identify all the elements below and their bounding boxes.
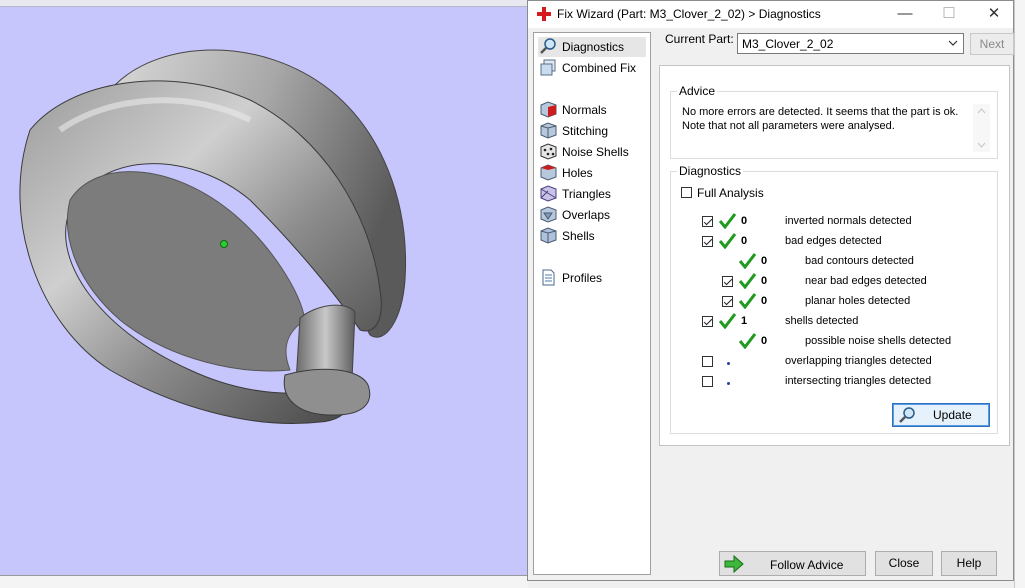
nav-label: Triangles [562, 187, 611, 201]
advice-text: No more errors are detected. It seems th… [682, 106, 959, 132]
bad-edges-checkbox[interactable] [702, 236, 713, 247]
green-check-icon [719, 213, 736, 229]
maximize-button[interactable]: ☐ [929, 3, 969, 25]
selection-point[interactable] [220, 240, 228, 248]
close-button[interactable]: Close [875, 551, 933, 576]
minimize-button[interactable]: — [885, 3, 925, 25]
intersecting-triangles-checkbox[interactable] [702, 376, 713, 387]
overlapping-triangles-label: overlapping triangles detected [785, 355, 932, 367]
window-title: Fix Wizard (Part: M3_Clover_2_02) > Diag… [557, 7, 821, 21]
nav-label: Diagnostics [562, 40, 625, 54]
noise-shells-count: 0 [761, 335, 768, 347]
nav-item-noise-shells[interactable]: Noise Shells [538, 142, 646, 162]
nav-label: Holes [562, 166, 593, 180]
noise-shells-icon [540, 143, 557, 160]
shells-count: 1 [741, 315, 748, 327]
stitching-cube-icon [540, 122, 557, 139]
planar-holes-label: planar holes detected [805, 295, 911, 307]
triangles-cube-icon [540, 185, 557, 202]
noise-shells-label: possible noise shells detected [805, 335, 952, 347]
current-part-value: M3_Clover_2_02 [742, 37, 834, 51]
overlapping-triangles-checkbox[interactable] [702, 356, 713, 367]
planar-holes-checkbox[interactable] [722, 296, 733, 307]
inverted-normals-label: inverted normals detected [785, 215, 912, 227]
full-analysis-label: Full Analysis [697, 186, 764, 200]
bad-edges-count: 0 [741, 235, 748, 247]
nav-item-stitching[interactable]: Stitching [538, 121, 646, 141]
ring-model-render[interactable] [0, 0, 528, 588]
magnifier-icon [540, 38, 557, 55]
green-check-icon [719, 233, 736, 249]
nav-item-diagnostics[interactable]: Diagnostics [538, 37, 646, 57]
inverted-normals-count: 0 [741, 215, 748, 227]
diagnostics-title: Diagnostics [677, 164, 744, 178]
nav-item-combined-fix[interactable]: Combined Fix [538, 58, 646, 78]
red-cross-icon [537, 7, 551, 24]
update-label: Update [933, 408, 972, 422]
current-part-select[interactable]: M3_Clover_2_02 [737, 33, 964, 54]
wizard-nav-panel: Diagnostics Combined Fix Normals Stitchi… [533, 32, 651, 575]
shells-checkbox[interactable] [702, 316, 713, 327]
follow-advice-label: Follow Advice [770, 558, 844, 572]
green-check-icon [739, 253, 756, 269]
near-bad-edges-count: 0 [761, 275, 768, 287]
nav-label: Noise Shells [562, 145, 629, 159]
bottom-ruler [0, 575, 528, 588]
green-arrow-icon [724, 555, 744, 573]
nav-label: Stitching [562, 124, 609, 138]
normals-cube-icon [540, 101, 557, 118]
3d-viewport[interactable] [0, 0, 528, 588]
combined-fix-icon [540, 59, 557, 76]
next-button[interactable]: Next [970, 33, 1014, 55]
nav-label: Overlaps [562, 208, 611, 222]
follow-advice-button[interactable]: Follow Advice [719, 551, 866, 576]
nav-item-shells[interactable]: Shells [538, 226, 646, 246]
fix-wizard-dialog: Fix Wizard (Part: M3_Clover_2_02) > Diag… [527, 0, 1014, 581]
nav-label: Profiles [562, 271, 603, 285]
green-check-icon [739, 293, 756, 309]
advice-title: Advice [677, 84, 718, 98]
green-check-icon [719, 313, 736, 329]
update-button[interactable]: Update [892, 403, 990, 427]
bad-contours-label: bad contours detected [805, 255, 914, 267]
help-button[interactable]: Help [941, 551, 997, 576]
background-window-edge [1014, 0, 1025, 588]
full-analysis-checkbox[interactable] [681, 187, 692, 198]
shells-cube-icon [540, 227, 557, 244]
advice-scrollbar[interactable] [973, 104, 990, 152]
current-part-label: Current Part: [665, 32, 734, 46]
title-bar[interactable]: Fix Wizard (Part: M3_Clover_2_02) > Diag… [528, 1, 1013, 28]
magnifier-icon [899, 407, 915, 423]
nav-item-overlaps[interactable]: Overlaps [538, 205, 646, 225]
green-check-icon [739, 333, 756, 349]
nav-item-profiles[interactable]: Profiles [538, 268, 646, 288]
inverted-normals-checkbox[interactable] [702, 216, 713, 227]
chevron-down-icon [948, 40, 958, 46]
pending-dot-icon [727, 382, 730, 385]
shells-label: shells detected [785, 315, 859, 327]
nav-item-normals[interactable]: Normals [538, 100, 646, 120]
bad-edges-label: bad edges detected [785, 235, 882, 247]
nav-item-holes[interactable]: Holes [538, 163, 646, 183]
bad-contours-count: 0 [761, 255, 768, 267]
near-bad-edges-checkbox[interactable] [722, 276, 733, 287]
intersecting-triangles-label: intersecting triangles detected [785, 375, 932, 387]
overlaps-cube-icon [540, 206, 557, 223]
nav-label: Normals [562, 103, 607, 117]
nav-label: Combined Fix [562, 61, 637, 75]
document-icon [540, 269, 557, 286]
planar-holes-count: 0 [761, 295, 768, 307]
holes-cube-icon [540, 164, 557, 181]
pending-dot-icon [727, 362, 730, 365]
close-window-button[interactable]: ✕ [974, 3, 1014, 25]
nav-label: Shells [562, 229, 595, 243]
green-check-icon [739, 273, 756, 289]
near-bad-edges-label: near bad edges detected [805, 275, 927, 287]
nav-item-triangles[interactable]: Triangles [538, 184, 646, 204]
